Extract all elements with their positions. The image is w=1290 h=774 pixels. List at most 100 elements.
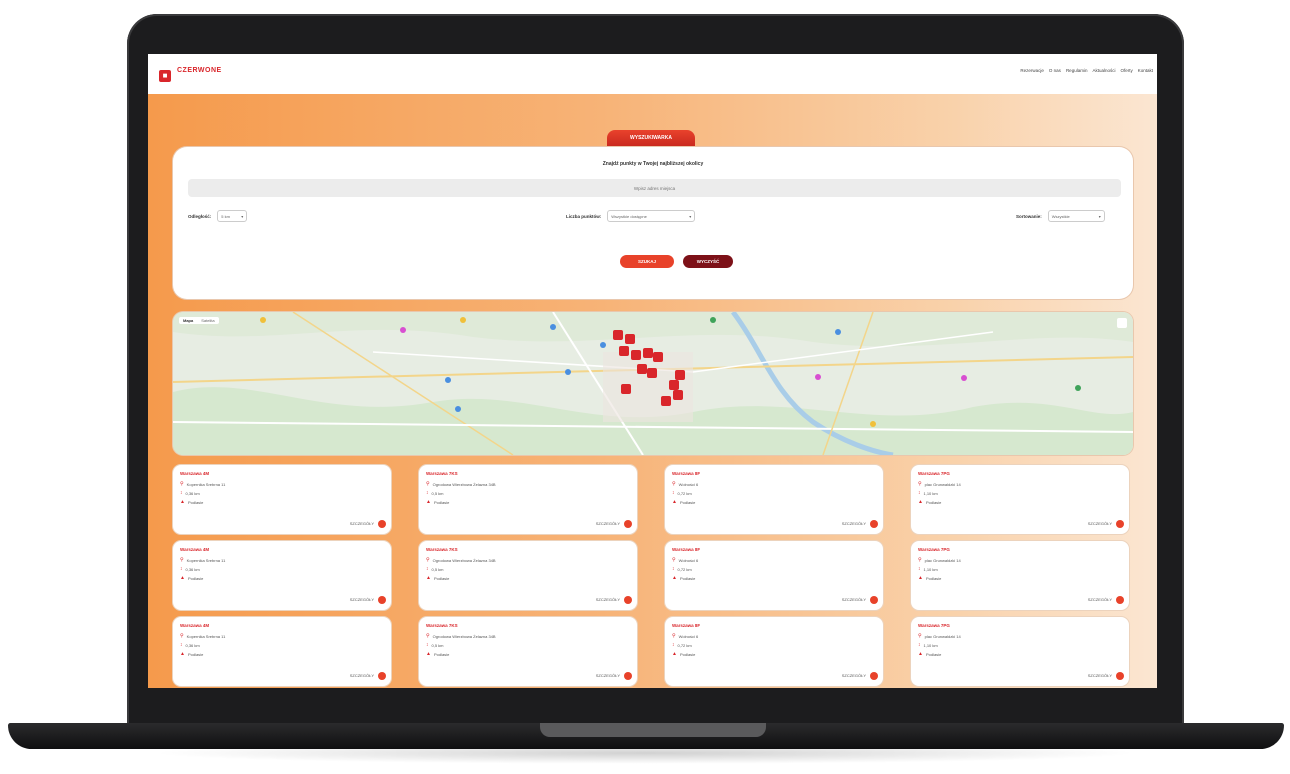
details-link[interactable]: SZCZEGÓŁY (1088, 521, 1112, 526)
distance-icon: ↕ (918, 490, 921, 496)
car-icon: ▲ (180, 651, 185, 657)
pin-icon: ⚲ (426, 633, 430, 639)
distance-icon: ↕ (672, 566, 675, 572)
details-link[interactable]: SZCZEGÓŁY (350, 521, 374, 526)
location-card[interactable]: Warszawa 4M ⚲ Kopernika Srebrna 11 ↕ 0,36 … (173, 541, 391, 610)
details-link[interactable]: SZCZEGÓŁY (842, 597, 866, 602)
search-button[interactable]: SZUKAJ (620, 255, 674, 268)
pin-icon: ⚲ (918, 481, 922, 487)
map-tab-satellite[interactable]: Satelita (201, 318, 214, 323)
distance-icon: ↕ (426, 490, 429, 496)
chevron-down-icon: ▾ (1098, 213, 1101, 219)
nav-item[interactable]: Oferty (1120, 68, 1132, 73)
details-link[interactable]: SZCZEGÓŁY (350, 673, 374, 678)
details-arrow-icon[interactable] (870, 596, 878, 604)
details-link[interactable]: SZCZEGÓŁY (596, 673, 620, 678)
location-card[interactable]: Warszawa 7KS ⚲ Ogrodowa Wierzbowa Żelazna… (419, 617, 637, 686)
distance-icon: ↕ (918, 642, 921, 648)
nav-item[interactable]: Aktualności (1092, 68, 1115, 73)
nav-item[interactable]: Rezerwacje (1020, 68, 1044, 73)
pin-icon: ⚲ (180, 633, 184, 639)
location-card[interactable]: Warszawa 4M ⚲ Kopernika Srebrna 11 ↕ 0,36 … (173, 617, 391, 686)
details-arrow-icon[interactable] (1116, 596, 1124, 604)
pin-icon: ⚲ (672, 481, 676, 487)
top-navbar: ■ CZERWONE Rezerwacje O nas Regulamin Ak… (148, 54, 1157, 94)
map-type-tabs: Mapa Satelita (179, 317, 219, 324)
nav-item[interactable]: O nas (1049, 68, 1061, 73)
search-title: Znajdź punkty w Twojej najbliższej okoli… (602, 161, 704, 167)
distance-label: Odległość: (188, 213, 212, 219)
distance-icon: ↕ (180, 642, 183, 648)
map-canvas[interactable] (173, 312, 1133, 455)
map[interactable]: Mapa Satelita (173, 312, 1133, 455)
car-icon: ▲ (918, 651, 923, 657)
details-arrow-icon[interactable] (870, 672, 878, 680)
location-card[interactable]: Warszawa 8F ⚲ Wolności 6 ↕ 0,72 km ▲ Podlas… (665, 465, 883, 534)
fullscreen-icon[interactable] (1117, 318, 1127, 328)
chevron-down-icon: ▾ (241, 213, 244, 219)
pin-icon: ⚲ (180, 557, 184, 563)
search-card: Znajdź punkty w Twojej najbliższej okoli… (173, 147, 1133, 299)
clear-button[interactable]: WYCZYŚĆ (683, 255, 733, 268)
details-link[interactable]: SZCZEGÓŁY (596, 521, 620, 526)
details-arrow-icon[interactable] (624, 596, 632, 604)
location-card[interactable]: Warszawa 7PG ⚲ plac Grunwaldzki 14 ↕ 1,10 … (911, 617, 1129, 686)
pin-icon: ⚲ (180, 481, 184, 487)
details-arrow-icon[interactable] (1116, 672, 1124, 680)
chevron-down-icon: ▾ (689, 213, 692, 219)
points-filter: Liczba punktów: Wszystkie dostępne ▾ (566, 210, 696, 222)
distance-icon: ↕ (426, 642, 429, 648)
screen: ■ CZERWONE Rezerwacje O nas Regulamin Ak… (148, 54, 1157, 688)
distance-icon: ↕ (672, 490, 675, 496)
car-icon: ▲ (426, 651, 431, 657)
points-select[interactable]: Wszystkie dostępne ▾ (607, 210, 696, 222)
details-arrow-icon[interactable] (378, 672, 386, 680)
details-arrow-icon[interactable] (378, 520, 386, 528)
distance-filter: Odległość: 5 km ▾ (188, 210, 248, 222)
car-icon: ▲ (918, 575, 923, 581)
pin-icon: ⚲ (426, 481, 430, 487)
details-link[interactable]: SZCZEGÓŁY (842, 521, 866, 526)
location-card[interactable]: Warszawa 7PG ⚲ plac Grunwaldzki 14 ↕ 1,10 … (911, 541, 1129, 610)
details-arrow-icon[interactable] (870, 520, 878, 528)
details-link[interactable]: SZCZEGÓŁY (1088, 597, 1112, 602)
sort-select[interactable]: Wszystkie ▾ (1047, 210, 1105, 222)
distance-icon: ↕ (918, 566, 921, 572)
details-arrow-icon[interactable] (624, 520, 632, 528)
car-icon: ▲ (426, 499, 431, 505)
location-card[interactable]: Warszawa 7KS ⚲ Ogrodowa Wierzbowa Żelazna… (419, 541, 637, 610)
nav-item[interactable]: Kontakt (1138, 68, 1153, 73)
details-link[interactable]: SZCZEGÓŁY (1088, 673, 1112, 678)
car-icon: ▲ (180, 575, 185, 581)
address-search-input[interactable] (188, 179, 1121, 197)
car-icon: ▲ (672, 575, 677, 581)
pin-icon: ⚲ (672, 557, 676, 563)
car-icon: ▲ (918, 499, 923, 505)
details-link[interactable]: SZCZEGÓŁY (350, 597, 374, 602)
distance-select[interactable]: 5 km ▾ (217, 210, 248, 222)
pin-icon: ⚲ (918, 633, 922, 639)
location-card[interactable]: Warszawa 7PG ⚲ plac Grunwaldzki 14 ↕ 1,10 … (911, 465, 1129, 534)
laptop-notch (540, 723, 766, 737)
search-tab[interactable]: WYSZUKIWARKA (607, 130, 695, 147)
map-tab-map[interactable]: Mapa (183, 318, 193, 323)
logo-icon[interactable]: ■ (159, 70, 171, 82)
details-arrow-icon[interactable] (378, 596, 386, 604)
location-card[interactable]: Warszawa 8F ⚲ Wolności 6 ↕ 0,72 km ▲ Podlas… (665, 541, 883, 610)
car-icon: ▲ (672, 651, 677, 657)
details-link[interactable]: SZCZEGÓŁY (596, 597, 620, 602)
location-card[interactable]: Warszawa 8F ⚲ Wolności 6 ↕ 0,72 km ▲ Podlas… (665, 617, 883, 686)
distance-icon: ↕ (180, 566, 183, 572)
details-arrow-icon[interactable] (1116, 520, 1124, 528)
details-arrow-icon[interactable] (624, 672, 632, 680)
nav-menu: Rezerwacje O nas Regulamin Aktualności O… (1020, 68, 1153, 73)
pin-icon: ⚲ (918, 557, 922, 563)
distance-icon: ↕ (426, 566, 429, 572)
logo-text[interactable]: CZERWONE (177, 67, 222, 74)
nav-item[interactable]: Regulamin (1066, 68, 1088, 73)
location-card[interactable]: Warszawa 7KS ⚲ Ogrodowa Wierzbowa Żelazna… (419, 465, 637, 534)
hero-section: WYSZUKIWARKA Znajdź punkty w Twojej najb… (148, 94, 1157, 688)
details-link[interactable]: SZCZEGÓŁY (842, 673, 866, 678)
location-card[interactable]: Warszawa 4M ⚲ Kopernika Srebrna 11 ↕ 0,36 … (173, 465, 391, 534)
pin-icon: ⚲ (672, 633, 676, 639)
